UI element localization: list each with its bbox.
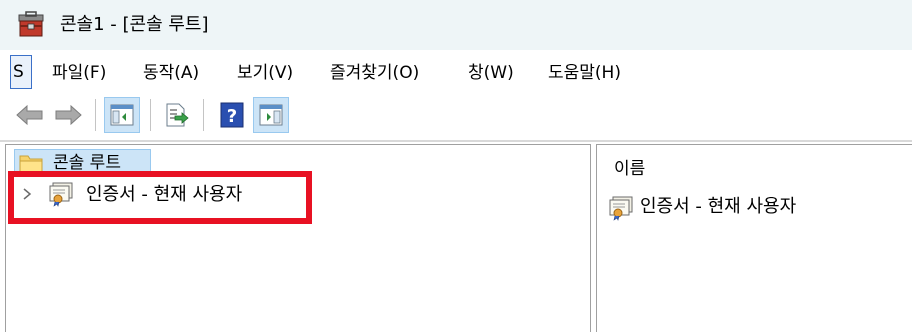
- menu-action[interactable]: 동작(A): [143, 61, 199, 85]
- forward-arrow-icon: [55, 104, 82, 126]
- toolbar-divider: [0, 140, 912, 142]
- menu-bar: [0, 50, 912, 94]
- help-button[interactable]: ?: [214, 97, 250, 133]
- forward-button[interactable]: [50, 97, 86, 133]
- toolbar-separator: [150, 99, 151, 131]
- help-icon: ?: [220, 102, 244, 128]
- window-title: 콘솔1 - [콘솔 루트]: [60, 14, 209, 35]
- column-header-name[interactable]: 이름: [614, 157, 645, 181]
- mmc-toolbox-icon[interactable]: [16, 10, 46, 40]
- certificate-icon: [609, 196, 633, 221]
- system-menu-button[interactable]: S: [10, 55, 32, 89]
- menu-view[interactable]: 보기(V): [237, 61, 293, 85]
- show-hide-action-pane-button[interactable]: [253, 97, 289, 133]
- back-button[interactable]: [12, 97, 48, 133]
- toolbar-separator: [95, 99, 96, 131]
- menu-help[interactable]: 도움말(H): [548, 61, 621, 85]
- list-item-certificates-current-user[interactable]: 인증서 - 현재 사용자: [640, 194, 796, 220]
- svg-text:?: ?: [227, 106, 237, 127]
- back-arrow-icon: [16, 104, 43, 126]
- menu-file[interactable]: 파일(F): [52, 61, 106, 85]
- menu-favorites[interactable]: 즐겨찾기(O): [330, 61, 419, 85]
- toolbar-separator: [203, 99, 204, 131]
- show-hide-console-tree-button[interactable]: [104, 97, 140, 133]
- export-list-button[interactable]: [158, 97, 194, 133]
- export-list-icon: [166, 103, 189, 127]
- menu-window[interactable]: 창(W): [468, 61, 514, 85]
- highlight-box: [8, 171, 312, 224]
- show-hide-action-pane-icon: [259, 104, 283, 126]
- show-hide-console-tree-icon: [110, 104, 134, 126]
